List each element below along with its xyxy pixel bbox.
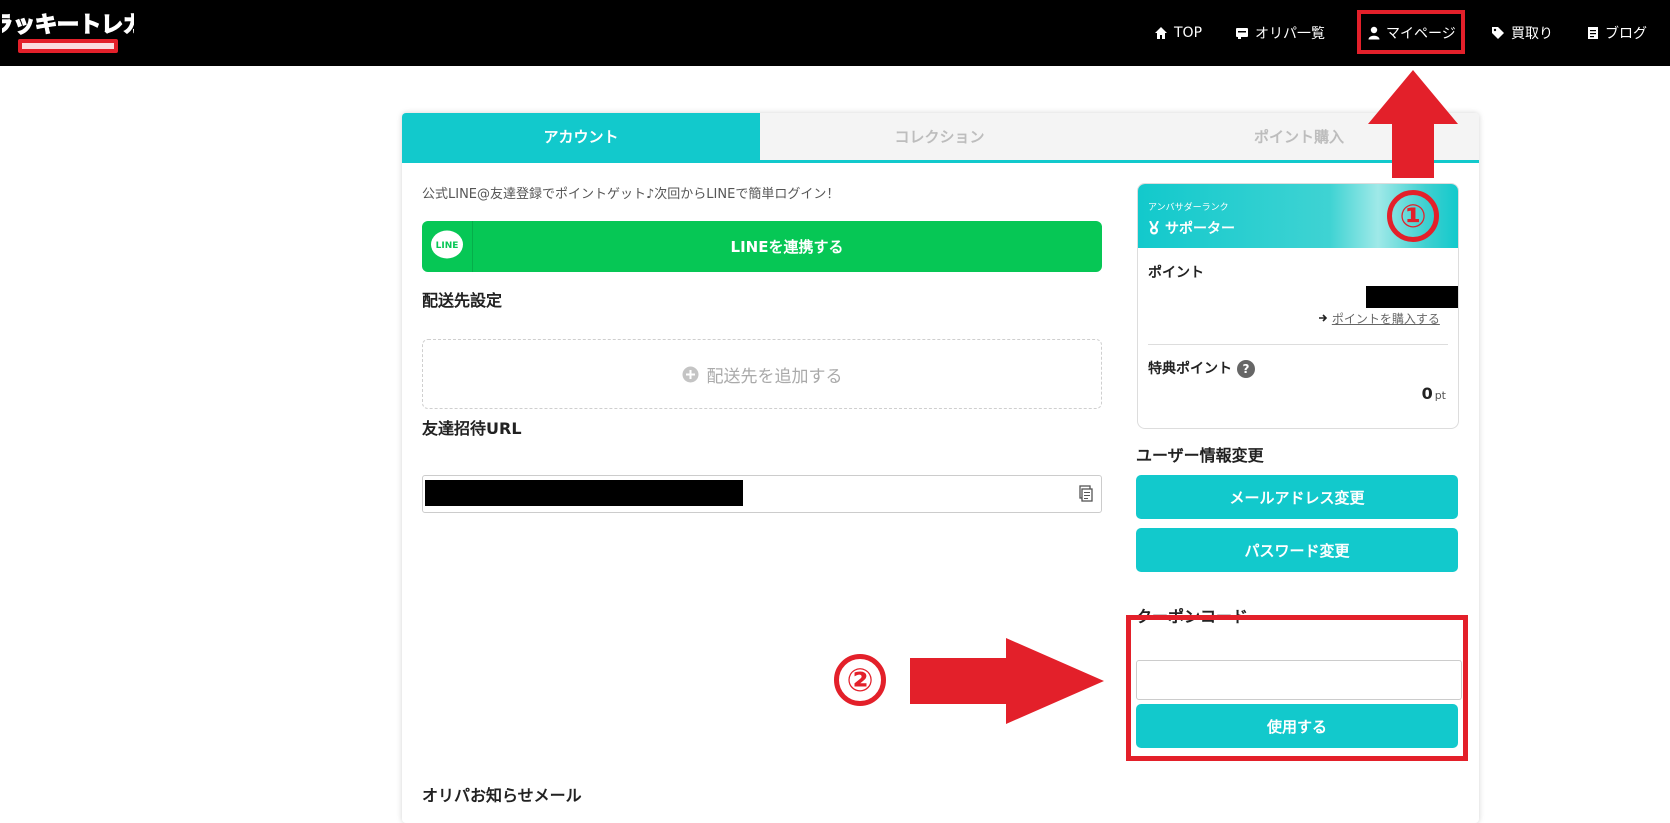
change-password-label: パスワード変更 [1244, 541, 1350, 560]
tab-bar: アカウント コレクション ポイント購入 [402, 113, 1479, 160]
line-connect-label: LINEを連携する [730, 238, 844, 256]
home-icon [1155, 27, 1167, 39]
arrow-up-annotation [1368, 70, 1458, 178]
nav-blog[interactable]: ブログ [1587, 0, 1647, 66]
change-email-label: メールアドレス変更 [1229, 488, 1365, 507]
bonus-points-number: 0 [1421, 384, 1433, 403]
highlight-coupon [1126, 615, 1468, 761]
add-address-button[interactable]: 配送先を追加する [422, 339, 1102, 409]
change-email-button[interactable]: メールアドレス変更 [1136, 475, 1458, 519]
rank-name: サポーター [1148, 218, 1235, 238]
redacted-url [425, 480, 743, 506]
line-logo-icon: LINE [431, 230, 463, 259]
medal-icon [1149, 221, 1159, 235]
tab-collection[interactable]: コレクション [760, 113, 1119, 160]
user-settings-heading: ユーザー情報変更 [1136, 446, 1264, 465]
nav-oripa-list[interactable]: オリパ一覧 [1235, 0, 1325, 66]
line-connect-button[interactable]: LINE LINEを連携する [422, 221, 1102, 272]
invite-url-heading: 友達招待URL [422, 419, 522, 438]
add-address-label: 配送先を追加する [706, 366, 843, 387]
card-icon [1236, 28, 1248, 39]
nav-oripa-label: オリパ一覧 [1255, 26, 1325, 42]
copy-icon[interactable] [1079, 485, 1093, 502]
highlight-mypage [1357, 10, 1465, 54]
points-label: ポイント [1148, 265, 1204, 281]
tab-point-purchase-label: ポイント購入 [1253, 128, 1344, 146]
bonus-points-text: 特典ポイント [1148, 361, 1232, 377]
bonus-points-label: 特典ポイント? [1148, 358, 1255, 378]
shipping-heading: 配送先設定 [422, 291, 503, 310]
tab-underline [402, 160, 1479, 163]
arrow-right-annotation [910, 638, 1104, 724]
nav-top-label: TOP [1174, 25, 1203, 41]
plus-circle-icon [682, 366, 698, 382]
rank-divider [1148, 344, 1448, 345]
tab-account[interactable]: アカウント [402, 113, 760, 160]
site-logo[interactable]: ラッキートレカ [2, 6, 134, 58]
step1-marker: ① [1387, 190, 1439, 242]
oripa-mail-heading: オリパお知らせメール [422, 786, 582, 805]
line-note: 公式LINE@友達登録でポイントゲット♪次回からLINEで簡単ログイン！ [422, 187, 840, 202]
nav-kaitori[interactable]: 買取り [1491, 0, 1553, 66]
document-icon [1588, 27, 1598, 39]
bonus-points-value: 0 pt [1422, 384, 1446, 403]
svg-text:ラッキートレカ: ラッキートレカ [2, 13, 134, 38]
arrow-right-icon [1319, 314, 1328, 322]
tab-account-label: アカウント [543, 128, 619, 146]
redacted-points [1366, 286, 1458, 308]
step2-marker: ② [834, 654, 886, 706]
rank-subtitle: アンバサダーランク [1148, 203, 1229, 213]
nav-kaitori-label: 買取り [1511, 26, 1553, 42]
invite-url-field[interactable] [422, 475, 1102, 513]
rank-name-label: サポーター [1165, 221, 1235, 237]
buy-points-label: ポイントを購入する [1331, 312, 1440, 326]
tag-icon [1492, 27, 1504, 39]
bonus-points-unit: pt [1434, 389, 1446, 402]
nav-top[interactable]: TOP [1154, 0, 1202, 66]
tab-collection-label: コレクション [894, 128, 985, 146]
svg-text:LINE: LINE [436, 241, 459, 251]
help-icon[interactable]: ? [1237, 360, 1255, 378]
buy-points-link[interactable]: ポイントを購入する [1318, 310, 1440, 327]
nav-blog-label: ブログ [1605, 26, 1647, 42]
change-password-button[interactable]: パスワード変更 [1136, 528, 1458, 572]
